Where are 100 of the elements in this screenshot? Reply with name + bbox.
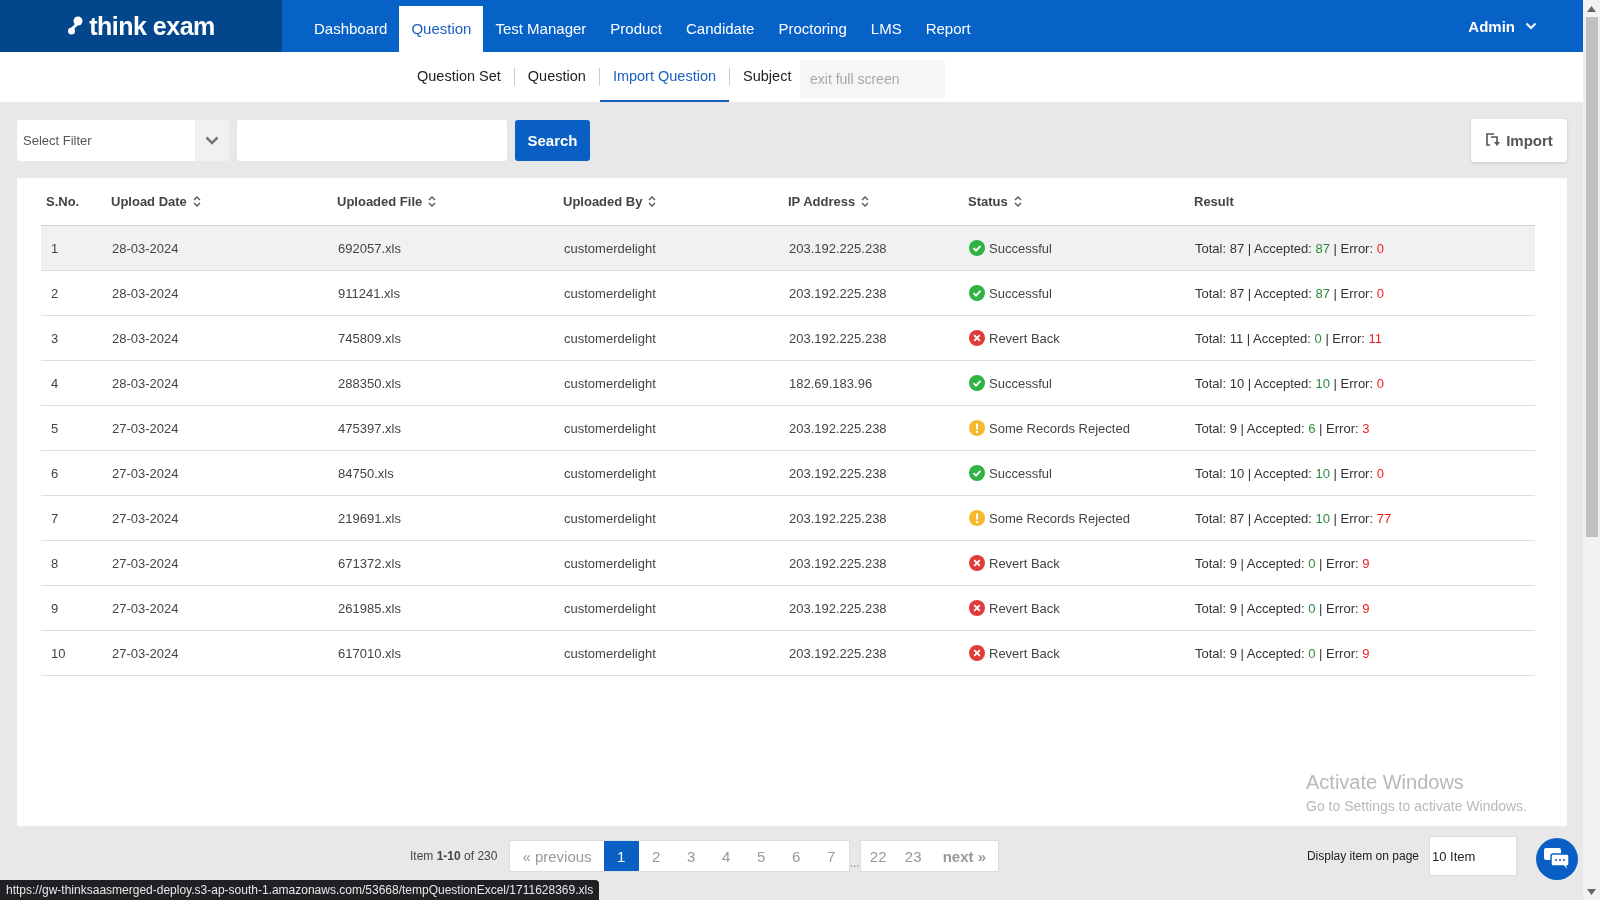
result-text: Total: 10 | Accepted: 10 | Error: 0 xyxy=(1195,375,1384,391)
column-header[interactable]: Upload Date xyxy=(111,194,201,209)
status-text: Successful xyxy=(989,465,1052,481)
column-header[interactable]: IP Address xyxy=(788,194,870,209)
nav-tab[interactable]: Dashboard xyxy=(302,6,400,52)
table-cell: 182.69.183.96 xyxy=(789,375,873,391)
table-cell: customerdelight xyxy=(564,645,656,661)
table-cell: 10 xyxy=(51,645,66,661)
table-cell: customerdelight xyxy=(564,465,656,481)
table-cell: 84750.xls xyxy=(338,465,394,481)
table-row[interactable]: 8 27-03-2024 671372.xls customerdelight 203.192.225.238 Revert Back Total: 9 | Accepted: 0 | Error: 9 xyxy=(41,541,1535,586)
column-header[interactable]: Uploaded File xyxy=(337,194,437,209)
table-row[interactable]: 9 27-03-2024 261985.xls customerdelight 203.192.225.238 Revert Back Total: 9 | Accepted: 0 | Error: 9 xyxy=(41,586,1535,631)
table-cell: 4 xyxy=(51,375,59,391)
chevron-down-icon xyxy=(1525,22,1537,30)
check-circle-icon xyxy=(969,375,985,391)
column-header[interactable]: Uploaded By xyxy=(563,194,657,209)
table-cell: 28-03-2024 xyxy=(112,375,179,391)
status-text: Revert Back xyxy=(989,330,1060,346)
result-text: Total: 87 | Accepted: 87 | Error: 0 xyxy=(1195,240,1384,256)
error-circle-icon xyxy=(969,555,985,571)
table-cell: 27-03-2024 xyxy=(112,465,179,481)
status-text: Revert Back xyxy=(989,555,1060,571)
result-text: Total: 9 | Accepted: 0 | Error: 9 xyxy=(1195,600,1370,616)
scroll-down-icon[interactable] xyxy=(1587,888,1596,895)
sort-icon[interactable] xyxy=(428,196,437,207)
table-cell: 475397.xls xyxy=(338,420,401,436)
scroll-up-icon[interactable] xyxy=(1587,5,1596,12)
table-cell: 203.192.225.238 xyxy=(789,555,887,571)
table-cell: 27-03-2024 xyxy=(112,420,179,436)
import-icon xyxy=(1485,132,1501,148)
table-cell: 28-03-2024 xyxy=(112,240,179,256)
chevron-down-icon xyxy=(205,135,219,145)
sort-icon[interactable] xyxy=(861,196,870,207)
sub-tab[interactable]: Question Set xyxy=(404,52,514,102)
table-cell: 5 xyxy=(51,420,59,436)
page-size-dropdown[interactable]: 10 Item xyxy=(1429,836,1517,876)
table-row[interactable]: 1 28-03-2024 692057.xls customerdelight 203.192.225.238 Successful Total: 87 | Accepted: 87 | Error: 0 xyxy=(41,226,1535,271)
table-row[interactable]: 6 27-03-2024 84750.xls customerdelight 203.192.225.238 Successful Total: 10 | Accepted: 10 | Error: 0 xyxy=(41,451,1535,496)
chat-button[interactable] xyxy=(1536,838,1578,880)
table-cell: 203.192.225.238 xyxy=(789,330,887,346)
table-row[interactable]: 7 27-03-2024 219691.xls customerdelight 203.192.225.238 Some Records Rejected Total: 87 | Accepted: 10 | Error: 77 xyxy=(41,496,1535,541)
sub-tab[interactable]: Import Question xyxy=(599,52,730,102)
search-button[interactable]: Search xyxy=(515,119,590,161)
user-menu[interactable]: Admin xyxy=(1462,0,1543,52)
table-cell: 203.192.225.238 xyxy=(789,645,887,661)
table-cell: 203.192.225.238 xyxy=(789,420,887,436)
nav-tab[interactable]: Test Manager xyxy=(483,6,599,52)
result-text: Total: 9 | Accepted: 0 | Error: 9 xyxy=(1195,645,1370,661)
sort-icon[interactable] xyxy=(648,196,657,207)
table-cell: 671372.xls xyxy=(338,555,401,571)
table-row[interactable]: 2 28-03-2024 911241.xls customerdelight 203.192.225.238 Successful Total: 87 | Accepted: 87 | Error: 0 xyxy=(41,271,1535,316)
table-row[interactable]: 10 27-03-2024 617010.xls customerdelight 203.192.225.238 Revert Back Total: 9 | Accepted: 0 | Error: 9 xyxy=(41,631,1535,676)
link-preview-url: https://gw-thinksaasmerged-deploy.s3-ap-south-1.amazonaws.com/53668/tempQuestionExcel/1711628369.xls xyxy=(0,880,600,900)
table-cell: 2 xyxy=(51,285,59,301)
brand-logo[interactable]: think exam xyxy=(0,0,282,52)
check-circle-icon xyxy=(969,240,985,256)
ellipsis: ... xyxy=(849,856,860,870)
nav-tab[interactable]: Proctoring xyxy=(766,6,859,52)
table-cell: customerdelight xyxy=(564,510,656,526)
table-row[interactable]: 5 27-03-2024 475397.xls customerdelight 203.192.225.238 Some Records Rejected Total: 9 | Accepted: 6 | Error: 3 xyxy=(41,406,1535,451)
import-button[interactable]: Import xyxy=(1471,118,1567,162)
status-text: Successful xyxy=(989,285,1052,301)
nav-tab[interactable]: LMS xyxy=(858,6,914,52)
nav-tab[interactable]: Report xyxy=(913,6,983,52)
status-text: Successful xyxy=(989,240,1052,256)
scrollbar[interactable] xyxy=(1583,0,1600,900)
table-row[interactable]: 3 28-03-2024 745809.xls customerdelight 203.192.225.238 Revert Back Total: 11 | Accepted: 0 | Error: 11 xyxy=(41,316,1535,361)
table-cell: 203.192.225.238 xyxy=(789,285,887,301)
table-cell: 203.192.225.238 xyxy=(789,240,887,256)
table-cell: 911241.xls xyxy=(338,285,400,301)
table-cell: customerdelight xyxy=(564,375,656,391)
sort-icon[interactable] xyxy=(1013,196,1022,207)
result-text: Total: 11 | Accepted: 0 | Error: 11 xyxy=(1195,330,1382,346)
table-cell: 692057.xls xyxy=(338,240,401,256)
status-text: Successful xyxy=(989,375,1052,391)
table-row[interactable]: 4 28-03-2024 288350.xls customerdelight 182.69.183.96 Successful Total: 10 | Accepted: 10 | Error: 0 xyxy=(41,361,1535,406)
fullscreen-toast: exit full screen xyxy=(800,60,945,98)
sub-tab[interactable]: Question xyxy=(514,52,599,102)
nav-tab[interactable]: Product xyxy=(598,6,675,52)
nav-tab[interactable]: Question xyxy=(399,6,484,52)
table-cell: 28-03-2024 xyxy=(112,285,179,301)
status-text: Some Records Rejected xyxy=(989,420,1130,436)
result-text: Total: 10 | Accepted: 10 | Error: 0 xyxy=(1195,465,1384,481)
result-text: Total: 87 | Accepted: 87 | Error: 0 xyxy=(1195,285,1384,301)
result-text: Total: 87 | Accepted: 10 | Error: 77 xyxy=(1195,510,1392,526)
activation-notice-title: Activate Windows xyxy=(1306,771,1465,794)
table-cell: customerdelight xyxy=(564,330,656,346)
status-text: Revert Back xyxy=(989,600,1060,616)
table-cell: 27-03-2024 xyxy=(112,555,179,571)
table-cell: customerdelight xyxy=(564,555,656,571)
table-cell: 1 xyxy=(51,240,59,256)
sort-icon[interactable] xyxy=(192,196,201,207)
page-link[interactable]: 1 xyxy=(603,841,639,871)
table-cell: customerdelight xyxy=(564,240,656,256)
table-cell: 27-03-2024 xyxy=(112,645,179,661)
item-count: Item 1-10 of 230 xyxy=(410,849,498,863)
column-header[interactable]: Status xyxy=(968,194,1022,209)
filter-dropdown[interactable]: Select Filter xyxy=(17,119,229,161)
nav-tab[interactable]: Candidate xyxy=(674,6,767,52)
